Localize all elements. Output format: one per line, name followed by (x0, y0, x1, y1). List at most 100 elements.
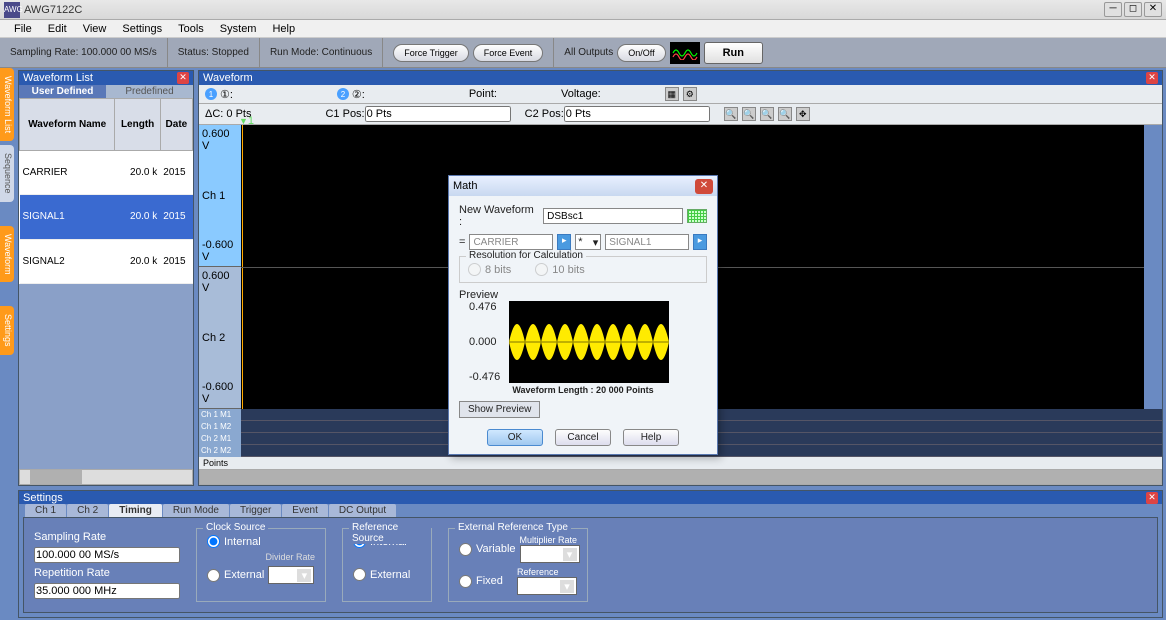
math-ok-button[interactable]: OK (487, 429, 543, 446)
menu-file[interactable]: File (6, 21, 40, 37)
tab-event[interactable]: Event (282, 504, 328, 517)
wlist-col-name[interactable]: Waveform Name (20, 99, 115, 151)
resolution-8bit-radio (468, 263, 481, 276)
run-button[interactable]: Run (704, 42, 763, 64)
wlist-row[interactable]: SIGNAL120.0 k2015 (20, 195, 193, 239)
repetition-rate-label: Repetition Rate (34, 567, 180, 579)
ext-fixed-radio[interactable] (459, 575, 472, 588)
tool-icon[interactable]: ⚙ (683, 87, 697, 101)
onoff-button[interactable]: On/Off (617, 44, 665, 62)
ch1-bot-voltage: -0.600 V (202, 239, 238, 263)
waveform-list-close-icon[interactable]: ✕ (177, 72, 189, 84)
menu-view[interactable]: View (75, 21, 115, 37)
waveform-list-panel: Waveform List ✕ User Defined Predefined … (18, 70, 194, 486)
cursor-marker[interactable]: ▼1 (239, 115, 247, 123)
wlist-tab-user-defined[interactable]: User Defined (19, 85, 106, 98)
cursor2-icon: 2 (337, 88, 349, 100)
wlist-row[interactable]: CARRIER20.0 k2015 (20, 150, 193, 194)
c2pos-label: C2 Pos: (525, 108, 564, 120)
math-help-button[interactable]: Help (623, 429, 679, 446)
clock-internal-radio[interactable] (207, 535, 220, 548)
tab-ch2[interactable]: Ch 2 (67, 504, 108, 517)
math-operand2-input[interactable] (605, 234, 689, 250)
waveform-panel-close-icon[interactable]: ✕ (1146, 72, 1158, 84)
force-trigger-button[interactable]: Force Trigger (393, 44, 469, 62)
side-tab-waveform-list[interactable]: Waveform List (0, 68, 14, 141)
wave-right-gutter (1144, 125, 1162, 409)
wlist-row[interactable]: SIGNAL220.0 k2015 (20, 239, 193, 283)
reference-source-legend: Reference Source (349, 522, 431, 544)
minimize-button[interactable]: ─ (1104, 2, 1122, 17)
zoom-fit-icon[interactable]: 🔍 (760, 107, 774, 121)
cursor1-label: ①: (220, 88, 233, 101)
ch2-name: Ch 2 (202, 332, 238, 344)
wlist-col-length[interactable]: Length (115, 99, 160, 151)
cursor2-label: ②: (352, 88, 365, 101)
wlist-hscroll[interactable] (19, 469, 193, 485)
maximize-button[interactable]: ◻ (1124, 2, 1142, 17)
preview-canvas: 0.476 0.000 -0.476 (509, 301, 669, 383)
x-axis-unit: Points (199, 457, 1162, 469)
math-close-icon[interactable]: ✕ (695, 179, 713, 194)
toolbar: Sampling Rate: 100.000 00 MS/s Status: S… (0, 38, 1166, 68)
math-dialog: Math ✕ New Waveform : = ▸ *▾ ▸ Resolutio… (448, 175, 718, 455)
menu-edit[interactable]: Edit (40, 21, 75, 37)
clock-external-radio[interactable] (207, 569, 220, 582)
math-operand1-input[interactable] (469, 234, 553, 250)
math-operator-combo[interactable]: *▾ (575, 234, 601, 250)
clock-source-legend: Clock Source (203, 522, 268, 533)
settings-close-icon[interactable]: ✕ (1146, 492, 1158, 504)
divider-rate-label: Divider Rate (207, 552, 315, 562)
pan-icon[interactable]: ✥ (796, 107, 810, 121)
ch2-block[interactable]: 0.600 V Ch 2 -0.600 V (199, 267, 241, 409)
ext-variable-radio[interactable] (459, 543, 472, 556)
ch1-top-voltage: 0.600 V (202, 128, 238, 152)
menu-help[interactable]: Help (264, 21, 303, 37)
grid-toggle-icon[interactable]: ▦ (665, 87, 679, 101)
reference-freq-combo[interactable]: 10 MHz▾ (517, 577, 577, 595)
wlist-col-date[interactable]: Date (160, 99, 192, 151)
side-tab-waveform[interactable]: Waveform (0, 226, 14, 283)
operand2-select-button[interactable]: ▸ (693, 234, 707, 250)
runmode-label: Run Mode: Continuous (270, 47, 372, 58)
preview-y-top: 0.476 (469, 301, 500, 313)
titlebar: AWG AWG7122C ─ ◻ ✕ (0, 0, 1166, 20)
tab-trigger[interactable]: Trigger (230, 504, 281, 517)
zoom-in-icon[interactable]: 🔍 (724, 107, 738, 121)
sampling-rate-input[interactable] (34, 547, 180, 563)
side-tab-sequence[interactable]: Sequence (0, 145, 14, 202)
divider-rate-combo[interactable]: 1/1▾ (268, 566, 314, 584)
zoom-region-icon[interactable]: 🔍 (778, 107, 792, 121)
force-event-button[interactable]: Force Event (473, 44, 544, 62)
c1pos-label: C1 Pos: (325, 108, 364, 120)
math-dialog-title: Math (453, 180, 477, 192)
tab-ch1[interactable]: Ch 1 (25, 504, 66, 517)
tab-timing[interactable]: Timing (109, 504, 162, 517)
output-wave-icon (670, 42, 700, 64)
equals-label: = (459, 236, 465, 248)
tab-dcoutput[interactable]: DC Output (329, 504, 396, 517)
preview-label: Preview (459, 289, 707, 301)
zoom-out-icon[interactable]: 🔍 (742, 107, 756, 121)
preview-y-bot: -0.476 (469, 371, 500, 383)
ref-external-radio[interactable] (353, 568, 366, 581)
ch1-block[interactable]: 0.600 V Ch 1 -0.600 V (199, 125, 241, 267)
math-cancel-button[interactable]: Cancel (555, 429, 611, 446)
wlist-tab-predefined[interactable]: Predefined (106, 85, 193, 98)
c2pos-input[interactable] (564, 106, 710, 122)
sampling-rate-label: Sampling Rate: 100.000 00 MS/s (10, 47, 157, 58)
tab-runmode[interactable]: Run Mode (163, 504, 229, 517)
waveform-preview-icon[interactable] (687, 209, 707, 223)
operand1-select-button[interactable]: ▸ (557, 234, 571, 250)
close-button[interactable]: ✕ (1144, 2, 1162, 17)
side-tab-settings[interactable]: Settings (0, 306, 14, 355)
menu-system[interactable]: System (212, 21, 265, 37)
menu-tools[interactable]: Tools (170, 21, 212, 37)
show-preview-button[interactable]: Show Preview (459, 401, 540, 418)
menu-settings[interactable]: Settings (114, 21, 170, 37)
new-waveform-input[interactable] (543, 208, 683, 224)
multiplier-rate-combo[interactable]: 1▾ (520, 545, 580, 563)
c1pos-input[interactable] (365, 106, 511, 122)
repetition-rate-input[interactable] (34, 583, 180, 599)
waveform-hscroll[interactable] (199, 469, 1162, 485)
